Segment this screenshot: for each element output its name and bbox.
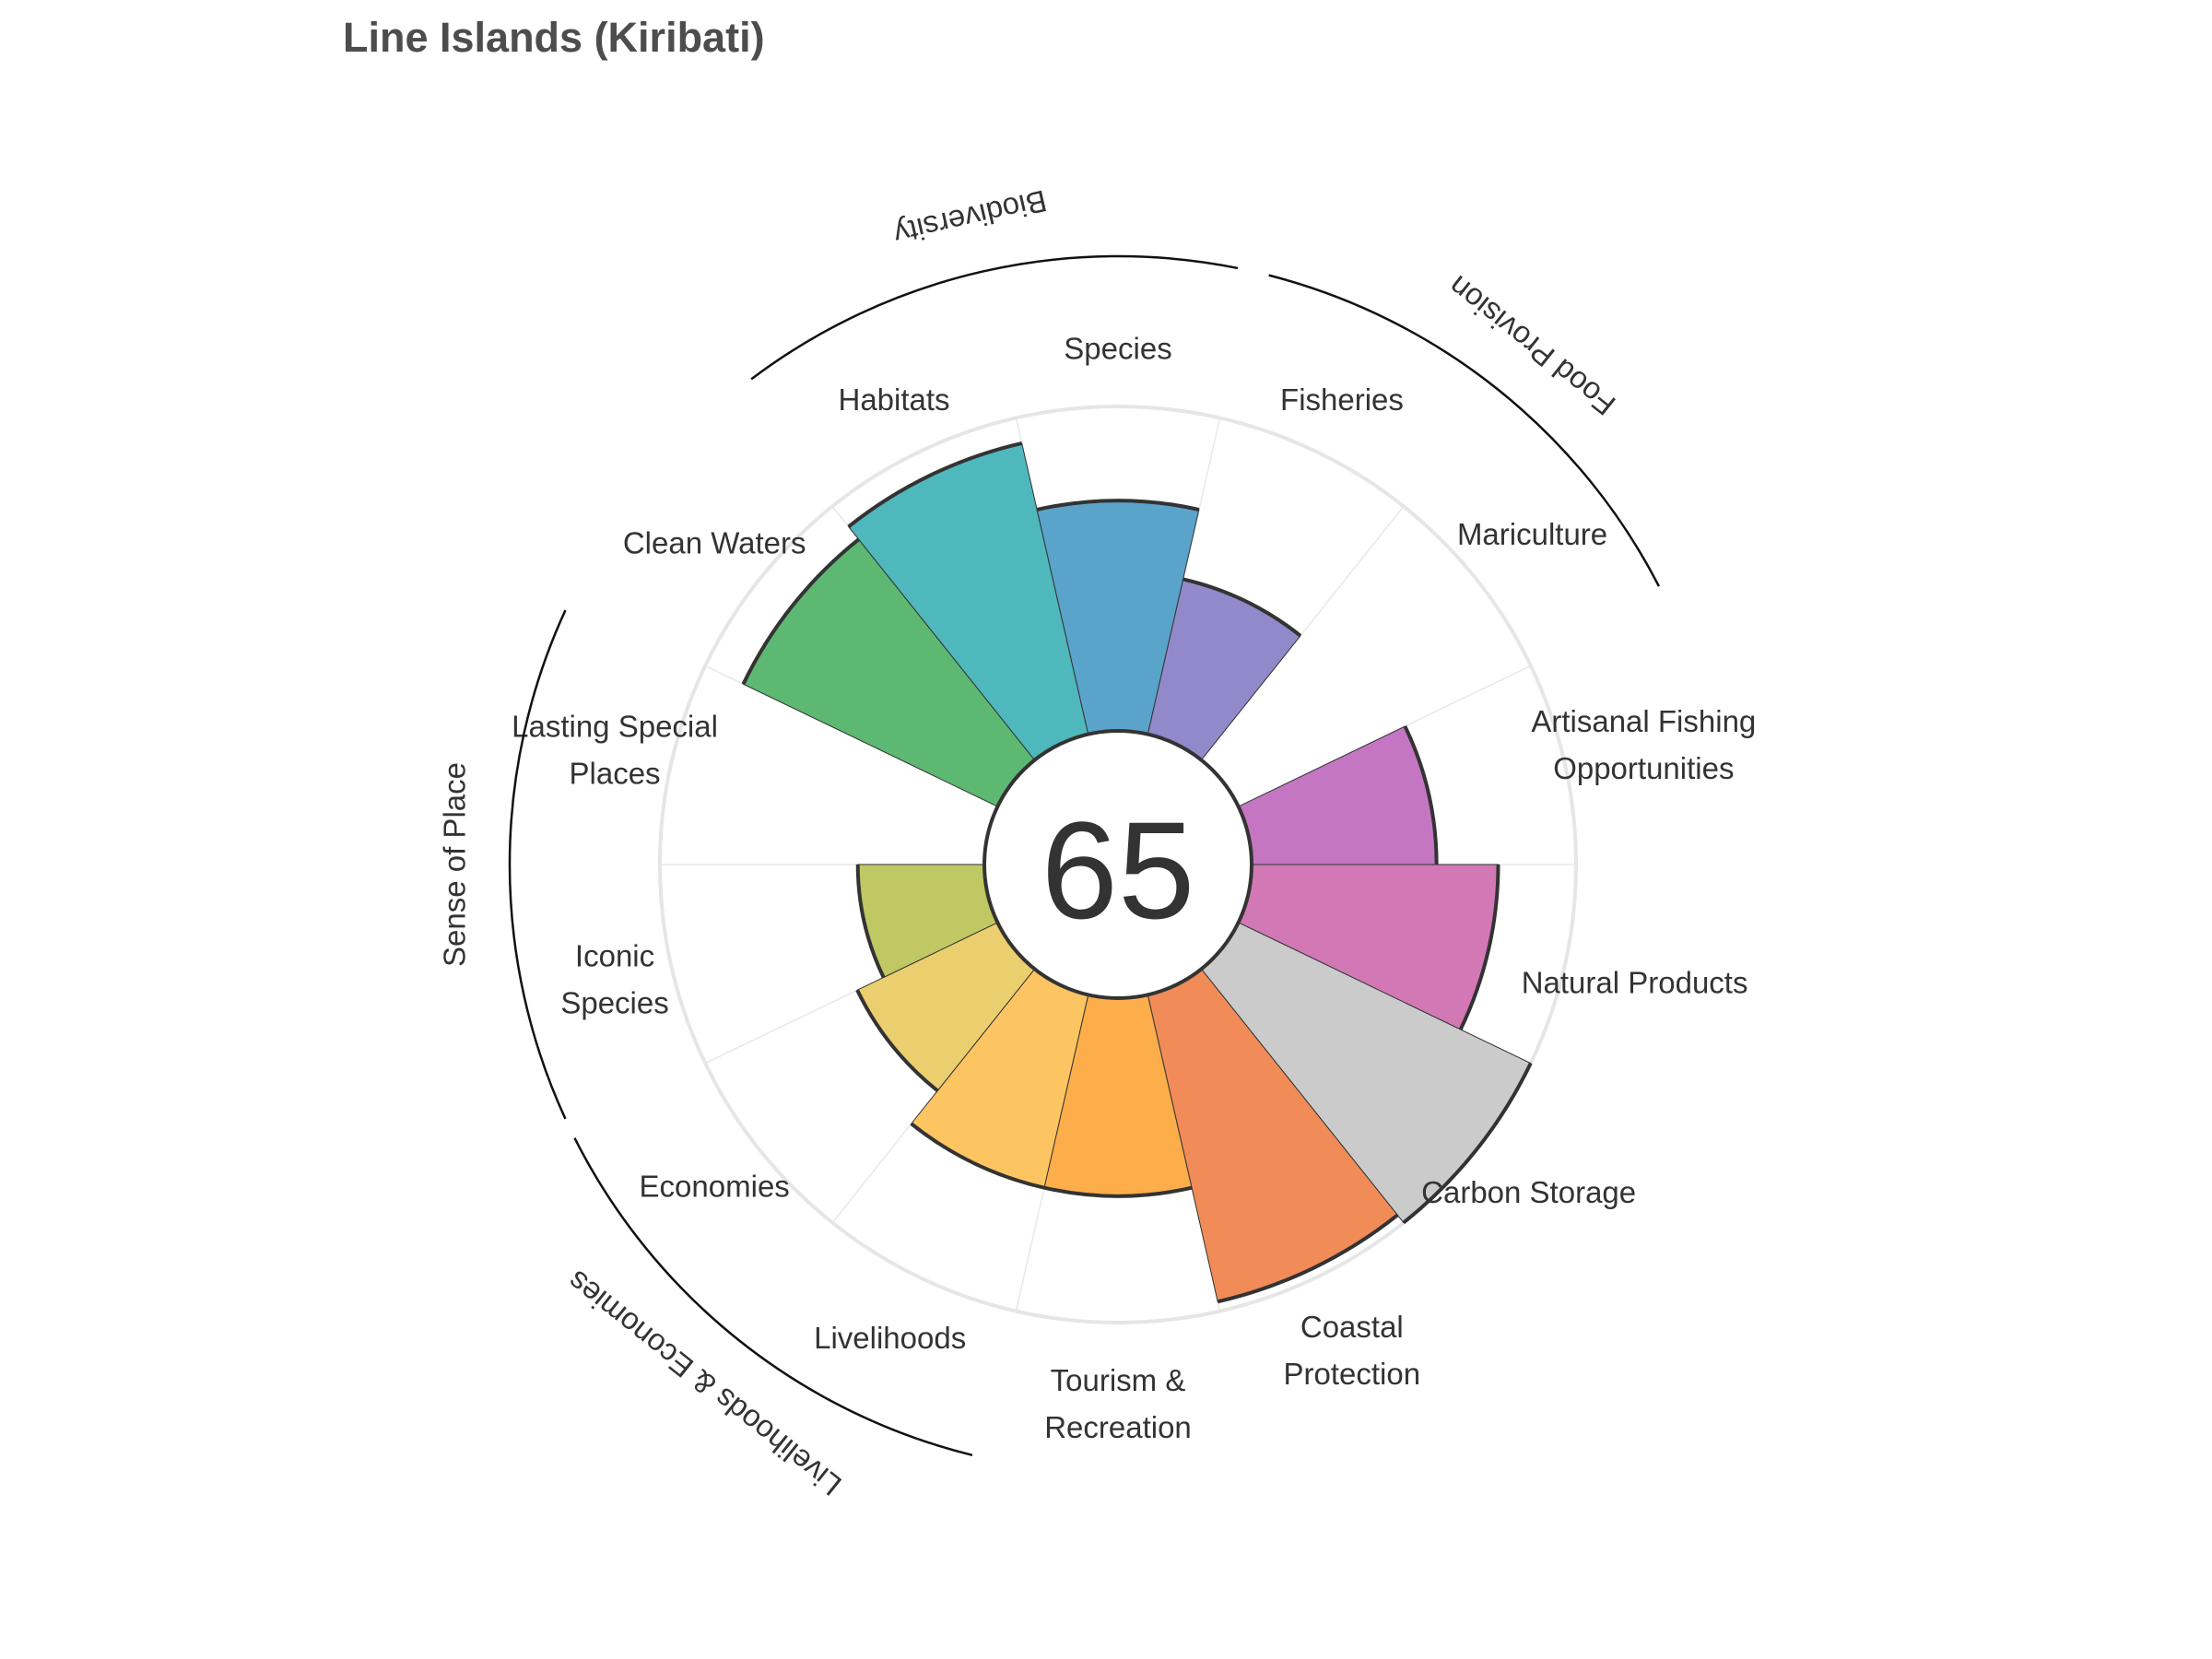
- goal-label: Tourism & Recreation: [1044, 1363, 1192, 1444]
- group-label: Biodiversity: [890, 183, 1050, 252]
- goal-label: Artisanal Fishing Opportunities: [1531, 704, 1756, 785]
- goal-label: Mariculture: [1457, 517, 1607, 551]
- overall-score: 65: [1041, 793, 1195, 947]
- flower-chart: Line Islands (Kiribati) 65 Fisheries Mari…: [343, 14, 1756, 1503]
- chart-title: Line Islands (Kiribati): [343, 14, 765, 61]
- group-arc: [508, 609, 567, 1120]
- group-label: Sense of Place: [438, 762, 472, 967]
- goal-label: Iconic Species: [560, 939, 668, 1020]
- goal-label: Economies: [640, 1170, 790, 1204]
- goal-label: Carbon Storage: [1421, 1175, 1636, 1209]
- goal-label: Livelihoods: [814, 1321, 966, 1355]
- goal-label: Habitats: [838, 382, 949, 417]
- goal-label: Natural Products: [1522, 965, 1748, 999]
- goal-label: Species: [1064, 332, 1171, 366]
- goal-label: Coastal Protection: [1284, 1310, 1421, 1391]
- goal-label: Fisheries: [1280, 382, 1404, 417]
- goal-label: Clean Waters: [623, 525, 806, 559]
- group-label: Livelihoods & Economies: [560, 1265, 847, 1503]
- group-label: Food Provision: [1441, 269, 1621, 422]
